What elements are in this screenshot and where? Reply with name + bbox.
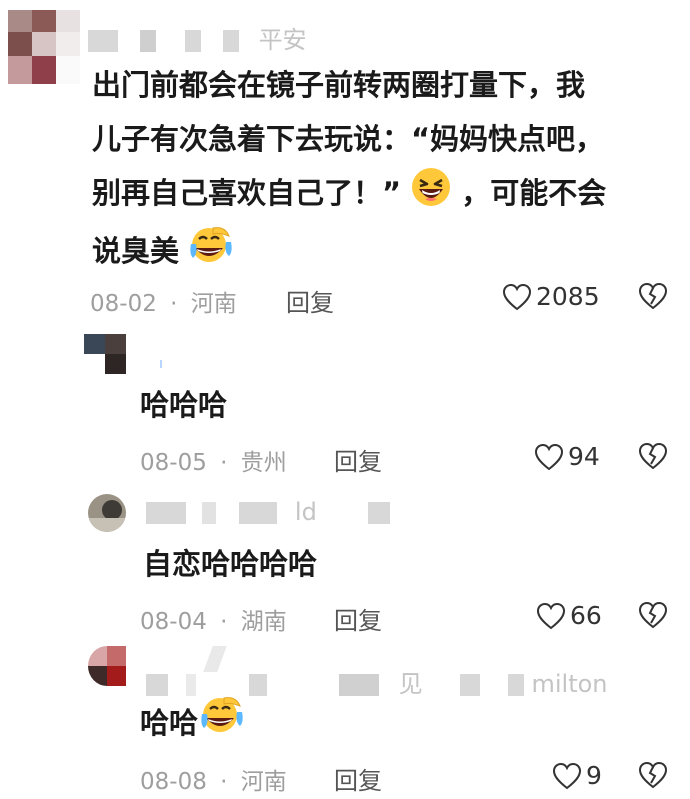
- separator-dot: ·: [220, 609, 228, 635]
- dislike-button[interactable]: [638, 761, 668, 793]
- like-count: 94: [568, 442, 600, 471]
- username-visible-part: ld: [294, 498, 317, 526]
- comment-meta: 08-04 · 湖南: [140, 602, 287, 636]
- comment-segment: ，可能不会: [461, 176, 607, 210]
- laughing-crying-emoji: [189, 224, 233, 281]
- avatar[interactable]: [88, 646, 126, 686]
- username-visible-part: 见: [398, 670, 423, 698]
- like-button[interactable]: 94: [534, 442, 600, 471]
- comment-date: 08-08: [140, 769, 207, 795]
- comment-text: 哈哈哈: [140, 388, 228, 422]
- comment-meta: 08-02 · 河南: [90, 284, 237, 318]
- username[interactable]: ld: [146, 498, 391, 526]
- dislike-button[interactable]: [638, 442, 668, 474]
- like-count: 66: [570, 601, 602, 630]
- laughing-crying-emoji: [200, 694, 244, 751]
- avatar[interactable]: [88, 494, 126, 532]
- comment-line: 别再自己喜欢自己了！” ，可能不会: [92, 166, 682, 224]
- comment-date: 08-04: [140, 609, 207, 635]
- broken-heart-icon: [638, 761, 668, 789]
- comment-meta: 08-08 · 河南: [140, 762, 287, 796]
- like-button[interactable]: 9: [552, 761, 602, 790]
- like-count: 9: [586, 761, 602, 790]
- comment-segment: 哈哈: [140, 705, 199, 740]
- comment-location: 河南: [190, 291, 237, 317]
- avatar[interactable]: [8, 10, 80, 84]
- comment-location: 贵州: [240, 450, 287, 476]
- broken-heart-icon: [638, 442, 668, 470]
- heart-outline-icon: [534, 443, 564, 470]
- reply-button[interactable]: 回复: [334, 601, 382, 636]
- reply-button[interactable]: 回复: [286, 283, 334, 318]
- separator-dot: ·: [170, 291, 178, 317]
- comment-text: 出门前都会在镜子前转两圈打量下，我 儿子有次急着下去玩说：“妈妈快点吧， 别再自…: [92, 58, 682, 281]
- dislike-button[interactable]: [638, 282, 668, 314]
- broken-heart-icon: [638, 282, 668, 310]
- comment-segment: 说臭美: [92, 233, 180, 268]
- username-masked[interactable]: [160, 360, 172, 368]
- comment-location: 河南: [240, 769, 287, 795]
- comment-date: 08-05: [140, 450, 207, 476]
- comment-date: 08-02: [90, 291, 157, 317]
- comment-text: 自恋哈哈哈哈: [143, 547, 318, 581]
- comment-text: 哈哈: [140, 694, 244, 751]
- comment-segment: 别再自己喜欢自己了！”: [92, 176, 402, 210]
- heart-outline-icon: [502, 283, 532, 310]
- grinning-squint-emoji: [411, 167, 451, 224]
- like-button[interactable]: 2085: [502, 282, 600, 311]
- reply-button[interactable]: 回复: [334, 442, 382, 477]
- comment-line: 出门前都会在镜子前转两圈打量下，我: [92, 68, 586, 102]
- heart-outline-icon: [536, 602, 566, 629]
- username-visible-part: milton: [531, 670, 608, 698]
- avatar[interactable]: [84, 334, 126, 374]
- separator-dot: ·: [220, 450, 228, 476]
- username-visible-part: 平安: [258, 26, 307, 54]
- heart-outline-icon: [552, 762, 582, 789]
- reply-button[interactable]: 回复: [334, 761, 382, 796]
- comment-line: 说臭美: [92, 224, 682, 282]
- broken-heart-icon: [638, 601, 668, 629]
- like-button[interactable]: 66: [536, 601, 602, 630]
- separator-dot: ·: [220, 769, 228, 795]
- dislike-button[interactable]: [638, 601, 668, 633]
- comment-location: 湖南: [240, 609, 287, 635]
- comment-meta: 08-05 · 贵州: [140, 443, 287, 477]
- comment-line: 儿子有次急着下去玩说：“妈妈快点吧，: [92, 122, 605, 156]
- like-count: 2085: [536, 282, 600, 311]
- username[interactable]: 平安: [88, 20, 307, 55]
